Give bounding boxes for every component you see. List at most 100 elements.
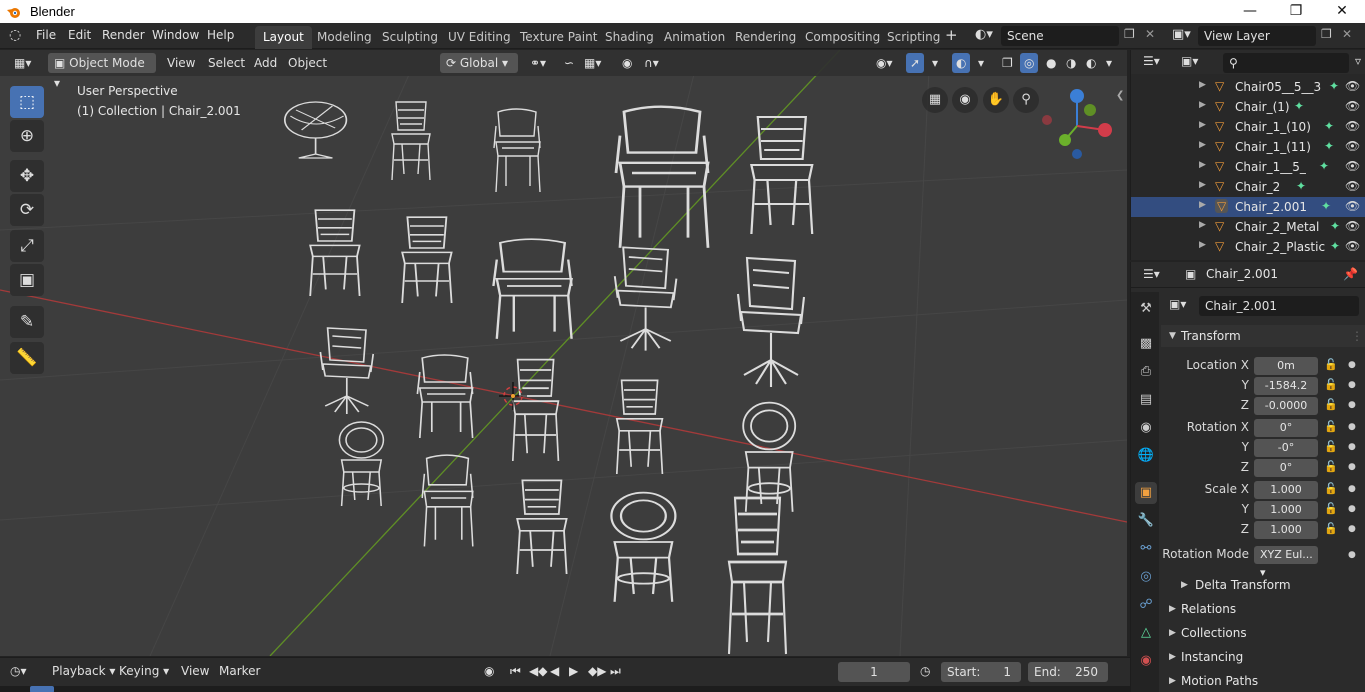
play-button[interactable]: ▶ [569,664,578,678]
outliner-item[interactable]: ▶ ▽ Chair05__5__3 ✦ 👁 [1131,77,1365,97]
tab-rendering[interactable]: Rendering [727,26,804,49]
render-tab-icon[interactable]: ▩ [1135,333,1157,355]
visibility-eye-icon[interactable]: 👁 [1345,219,1360,233]
tab-modeling[interactable]: Modeling [309,26,380,49]
lock-icon[interactable]: 🔓 [1324,420,1338,433]
menu-playback[interactable]: Playback ▾ [52,664,115,678]
keyframe-dot-icon[interactable]: ● [1348,504,1356,514]
outliner-item-selected[interactable]: ▶ ▽ Chair_2.001 ✦ 👁 [1131,197,1365,217]
restore-button[interactable]: ❐ [1273,0,1319,23]
visibility-eye-icon[interactable]: 👁 [1345,239,1360,253]
menu-edit[interactable]: Edit [68,28,91,42]
tab-uv-editing[interactable]: UV Editing [440,26,519,49]
outliner-search-input[interactable]: ⚲ [1223,53,1349,73]
lock-icon[interactable]: 🔓 [1324,398,1338,411]
close-window-button[interactable]: ✕ [1319,0,1365,23]
xray-icon[interactable]: ❐ [998,53,1017,73]
tab-sculpting[interactable]: Sculpting [374,26,446,49]
view-layer-icon[interactable]: ▣▾ [1172,27,1191,42]
visibility-icon[interactable]: ◉▾ [872,53,897,73]
tab-shading[interactable]: Shading [597,26,662,49]
jump-end-button[interactable]: ⏭ [610,664,621,679]
annotate-tool[interactable]: ✎ [10,306,44,338]
timeline-ruler[interactable] [0,686,1130,692]
motion-paths-panel[interactable]: ▶ Motion Paths [1161,670,1365,692]
expand-arrow-icon[interactable]: ▶ [1199,200,1206,210]
tab-layout[interactable]: Layout [255,26,312,49]
camera-view-icon[interactable]: ◉ [952,87,978,113]
menu-render[interactable]: Render [102,28,145,42]
snap-icon[interactable]: ∽ [560,53,578,73]
tab-texture-paint[interactable]: Texture Paint [512,26,605,49]
scale-y-field[interactable]: 1.000 [1254,501,1318,519]
outliner-item[interactable]: ▶ ▽ Chair_(1) ✦ 👁 [1131,97,1365,117]
expand-arrow-icon[interactable]: ▶ [1199,80,1206,90]
visibility-eye-icon[interactable]: 👁 [1345,139,1360,153]
outliner-item[interactable]: ▶ ▽ Chair_1__5_ ✦ 👁 [1131,157,1365,177]
timeline-editor-icon[interactable]: ◷▾ [10,664,27,678]
lock-icon[interactable]: 🔓 [1324,460,1338,473]
menu-window[interactable]: Window [152,28,199,42]
visibility-eye-icon[interactable]: 👁 [1345,199,1360,213]
scene-name-field[interactable]: Scene [1001,26,1119,46]
menu-view[interactable]: View [163,53,199,73]
physics-tab-icon[interactable]: ◎ [1135,566,1157,588]
instancing-panel[interactable]: ▶ Instancing [1161,646,1365,668]
keyframe-dot-icon[interactable]: ● [1348,442,1356,452]
filter-icon[interactable]: ▿ [1355,54,1361,68]
start-frame-field[interactable]: Start: 1 [941,662,1021,682]
tab-compositing[interactable]: Compositing [797,26,888,49]
location-x-field[interactable]: 0m [1254,357,1318,375]
pan-hand-icon[interactable]: ✋ [983,87,1009,113]
location-y-field[interactable]: -1584.2 [1254,377,1318,395]
menu-keying[interactable]: Keying ▾ [119,664,169,678]
data-tab-icon[interactable]: △ [1135,622,1157,644]
scale-x-field[interactable]: 1.000 [1254,481,1318,499]
outliner-item[interactable]: ▶ ▽ Chair_2 ✦ 👁 [1131,177,1365,197]
transform-panel-header[interactable]: ▼ Transform ⋮⋮ [1161,325,1365,347]
clock-icon[interactable]: ◷ [920,664,930,678]
expand-arrow-icon[interactable]: ▶ [1199,140,1206,150]
keyframe-dot-icon[interactable]: ● [1348,462,1356,472]
scene-tab-icon[interactable]: ◉ [1135,417,1157,439]
relations-panel[interactable]: ▶ Relations [1161,598,1365,620]
visibility-eye-icon[interactable]: 👁 [1345,99,1360,113]
transform-tool[interactable]: ▣ [10,264,44,296]
keyframe-dot-icon[interactable]: ● [1348,422,1356,432]
gizmo-dropdown-icon[interactable]: ▾ [928,53,942,73]
lock-icon[interactable]: 🔓 [1324,358,1338,371]
keyframe-dot-icon[interactable]: ● [1348,380,1356,390]
outliner-editor-icon[interactable]: ☰▾ [1143,54,1160,68]
particles-tab-icon[interactable]: ⚯ [1135,538,1157,560]
shading-dropdown-icon[interactable]: ▾ [1102,53,1116,73]
object-tab-icon[interactable]: ▣ [1135,482,1157,504]
material-tab-icon[interactable]: ◉ [1135,650,1157,672]
pivot-icon[interactable]: ⚭▾ [526,53,550,73]
menu-object[interactable]: Object [284,53,331,73]
end-frame-field[interactable]: End: 250 [1028,662,1108,682]
outliner-item[interactable]: ▶ ▽ Chair_2_Metal ✦ 👁 [1131,217,1365,237]
current-frame-field[interactable]: 1 [838,662,910,682]
lock-icon[interactable]: 🔓 [1324,522,1338,535]
keyframe-dot-icon[interactable]: ● [1348,360,1356,370]
expand-arrow-icon[interactable]: ▶ [1199,120,1206,130]
lock-icon[interactable]: 🔓 [1324,378,1338,391]
location-z-field[interactable]: -0.0000 [1254,397,1318,415]
keyframe-dot-icon[interactable]: ● [1348,524,1356,534]
jump-start-button[interactable]: ⏮ [510,664,521,679]
tool-tab-icon[interactable]: ⚒ [1135,298,1157,320]
snap-target-icon[interactable]: ▦▾ [580,53,605,73]
outliner-item[interactable]: ▶ ▽ Chair_1_(10) ✦ 👁 [1131,117,1365,137]
3d-viewport[interactable]: ▦▾ ▣ Object Mode ▾ View Select Add Objec… [0,50,1127,656]
view-layer-field[interactable]: View Layer [1198,26,1316,46]
display-mode-icon[interactable]: ▣▾ [1181,54,1198,68]
keyframe-dot-icon[interactable]: ● [1348,550,1356,560]
zoom-icon[interactable]: ⚲ [1013,87,1039,113]
expand-arrow-icon[interactable]: ▶ [1199,100,1206,110]
keyframe-dot-icon[interactable]: ● [1348,484,1356,494]
wireframe-shading-icon[interactable]: ◎ [1020,53,1039,73]
expand-arrow-icon[interactable]: ▶ [1199,240,1206,250]
timeline-menu-view[interactable]: View [181,664,209,678]
rotation-mode-select[interactable]: XYZ Eul... ▾ [1254,546,1318,579]
scale-z-field[interactable]: 1.000 [1254,521,1318,539]
